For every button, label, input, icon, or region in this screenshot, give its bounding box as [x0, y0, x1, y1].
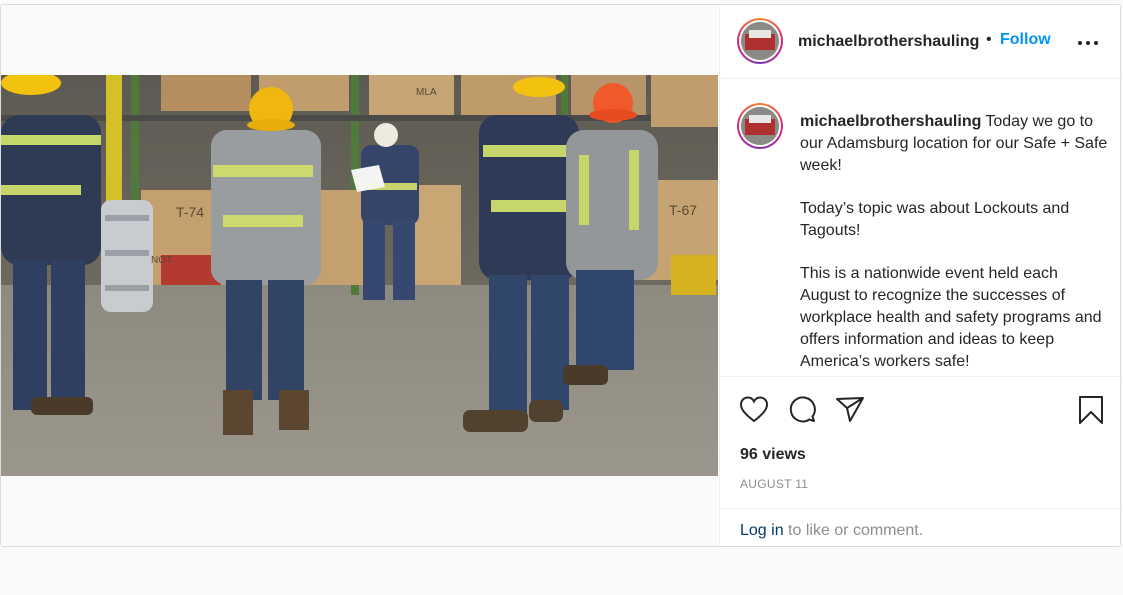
- post-video[interactable]: T-74 T-67 NOT MLA: [1, 75, 718, 476]
- box-label: T-74: [176, 204, 204, 220]
- bookmark-icon[interactable]: [1077, 395, 1105, 425]
- comment-icon[interactable]: [787, 395, 817, 423]
- login-link[interactable]: Log in: [740, 522, 784, 539]
- action-bar: [720, 390, 1122, 430]
- view-count[interactable]: 96 views: [740, 446, 806, 464]
- box-label: T-67: [669, 202, 697, 218]
- avatar[interactable]: [737, 18, 783, 64]
- more-options-icon[interactable]: [1078, 41, 1098, 47]
- post-date[interactable]: AUGUST 11: [740, 477, 808, 491]
- caption-username-link[interactable]: michaelbrothershauling: [800, 113, 981, 130]
- caption-avatar[interactable]: [737, 103, 783, 149]
- login-prompt: Log in to like or comment.: [720, 508, 1122, 546]
- warehouse-scene-image: T-74 T-67 NOT MLA: [1, 75, 718, 476]
- box-label: MLA: [416, 87, 437, 98]
- post-sidebar: michaelbrothershauling • Follow michaelb…: [719, 5, 1122, 546]
- caption-text: michaelbrothershauling Today we go to our…: [800, 111, 1110, 373]
- profile-picture: [741, 107, 779, 145]
- username-link[interactable]: michaelbrothershauling: [798, 33, 979, 51]
- caption-section: michaelbrothershauling Today we go to our…: [720, 79, 1122, 377]
- separator-dot: •: [986, 31, 992, 48]
- paper-plane-icon[interactable]: [835, 395, 865, 423]
- caption-paragraph: Today’s topic was about Lockouts and Tag…: [800, 200, 1070, 239]
- follow-button[interactable]: Follow: [1000, 31, 1051, 49]
- post-card: T-74 T-67 NOT MLA michaelbrothershauling…: [0, 4, 1122, 547]
- profile-picture: [741, 22, 779, 60]
- media-pane: T-74 T-67 NOT MLA: [1, 5, 718, 546]
- login-prompt-text: to like or comment.: [783, 522, 924, 539]
- post-header: michaelbrothershauling • Follow: [720, 5, 1122, 79]
- caption-paragraph: This is a nationwide event held each Aug…: [800, 265, 1102, 370]
- box-label: NOT: [151, 255, 172, 266]
- heart-icon[interactable]: [739, 395, 769, 423]
